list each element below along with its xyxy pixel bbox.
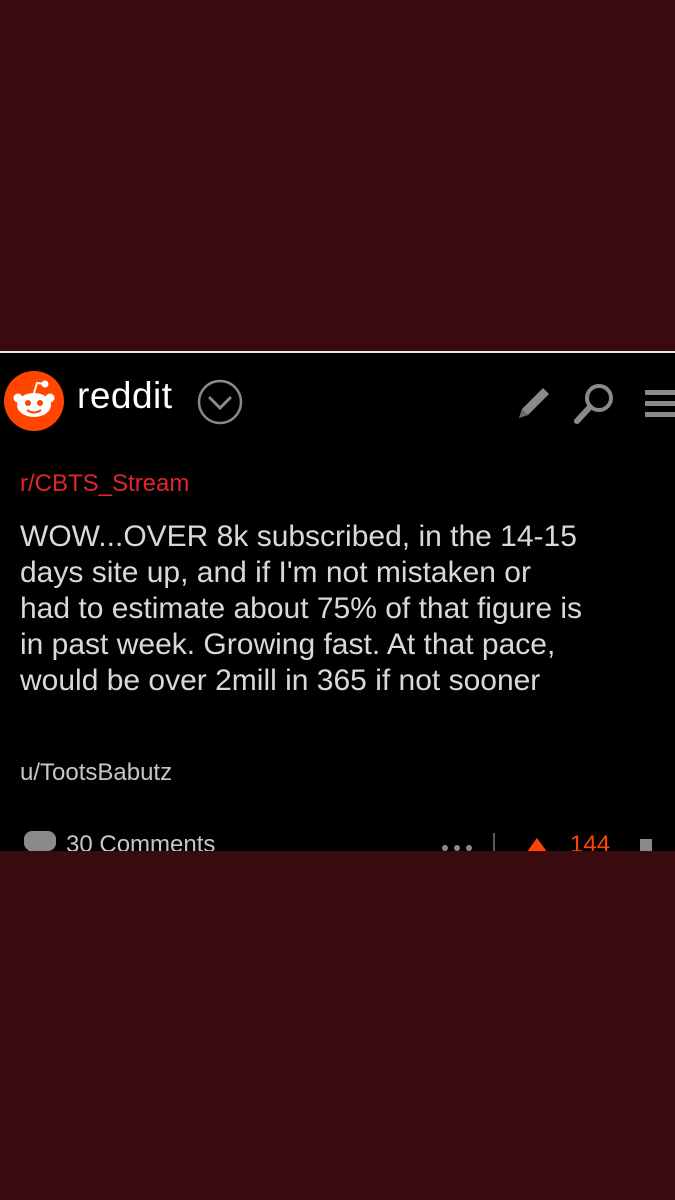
post-screenshot-frame: reddit r/CBTS_Stream WOW...OVER 8k subsc… [0, 351, 675, 851]
menu-icon[interactable] [643, 386, 675, 422]
comment-bubble-icon[interactable] [23, 829, 57, 851]
reddit-wordmark[interactable]: reddit [77, 375, 173, 417]
upvote-arrow-icon[interactable] [523, 837, 551, 851]
more-options-icon[interactable] [440, 843, 474, 851]
comments-count-button[interactable]: 30 Comments [66, 831, 215, 851]
author-link[interactable]: u/TootsBabutz [20, 759, 172, 787]
chevron-down-icon[interactable] [196, 378, 244, 426]
header-bar: reddit [0, 353, 675, 445]
subreddit-link[interactable]: r/CBTS_Stream [20, 470, 189, 498]
reddit-snoo-icon[interactable] [3, 370, 65, 432]
post-title[interactable]: WOW...OVER 8k subscribed, in the 14-15 d… [20, 519, 675, 699]
vote-score: 144 [570, 831, 611, 851]
pencil-icon[interactable] [513, 382, 555, 424]
action-divider [493, 833, 495, 851]
search-icon[interactable] [572, 382, 616, 426]
downvote-arrow-icon[interactable] [640, 839, 652, 851]
